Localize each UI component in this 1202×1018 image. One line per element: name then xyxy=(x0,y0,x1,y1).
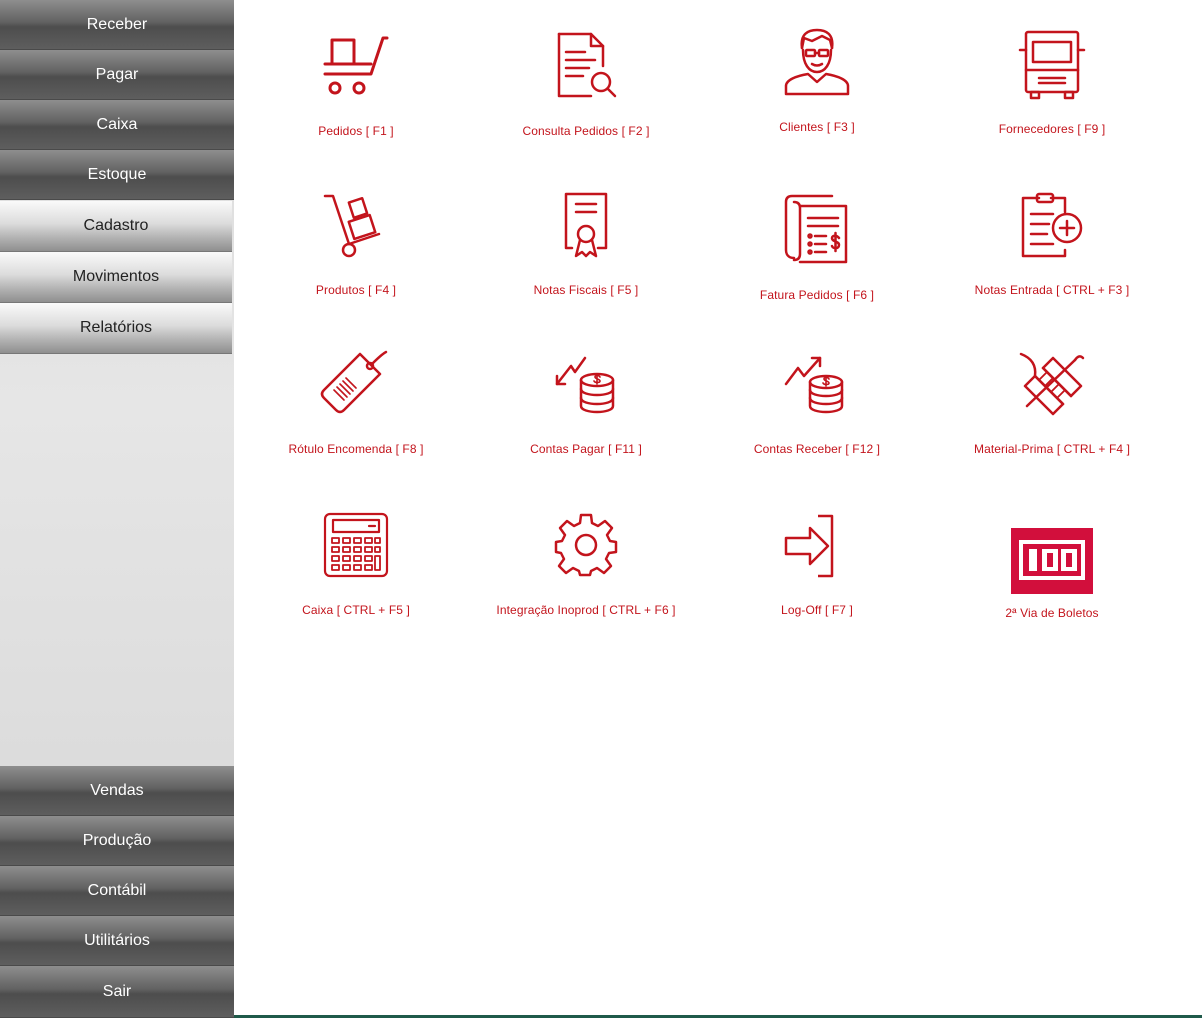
menu-contabil-button[interactable]: Contábil xyxy=(0,866,234,916)
menu-producao-button[interactable]: Produção xyxy=(0,816,234,866)
tile-label: Produtos [ F4 ] xyxy=(315,283,397,297)
tile-fatura-pedidos[interactable]: Fatura Pedidos [ F6 ] xyxy=(702,190,932,340)
menu-label: Pagar xyxy=(95,65,139,83)
tile-label: Contas Pagar [ F11 ] xyxy=(530,442,642,456)
tile-integracao-inoprod[interactable]: Integração Inoprod [ CTRL + F6 ] xyxy=(471,512,701,662)
tile-label: Rótulo Encomenda [ F8 ] xyxy=(288,442,424,456)
tile-label: Caixa [ CTRL + F5 ] xyxy=(302,603,410,617)
tile-notas-entrada[interactable]: Notas Entrada [ CTRL + F3 ] xyxy=(937,190,1167,340)
menu-caixa-button[interactable]: Caixa xyxy=(0,100,234,150)
menu-sair-button[interactable]: Sair xyxy=(0,966,234,1018)
menu-label: Sair xyxy=(102,982,132,1000)
boleto-icon xyxy=(1011,528,1093,594)
tile-label: Material-Prima [ CTRL + F4 ] xyxy=(973,442,1131,456)
shortcut-grid: Pedidos [ F1 ] Consulta Pedidos [ F2 ] C… xyxy=(234,0,1202,1018)
thread-spool-icon xyxy=(1019,352,1085,416)
clipboard-add-icon xyxy=(1021,192,1083,258)
menu-label: Relatórios xyxy=(79,319,153,336)
tile-material-prima[interactable]: Material-Prima [ CTRL + F4 ] xyxy=(937,350,1167,500)
tile-label: Integração Inoprod [ CTRL + F6 ] xyxy=(496,603,676,617)
tile-label: Fornecedores [ F9 ] xyxy=(998,122,1106,136)
hand-truck-icon xyxy=(323,194,381,258)
tile-contas-receber[interactable]: Contas Receber [ F12 ] xyxy=(702,350,932,500)
tile-label: Consulta Pedidos [ F2 ] xyxy=(522,124,650,138)
menu-cadastro-button[interactable]: Cadastro xyxy=(0,201,232,252)
tile-fornecedores[interactable]: Fornecedores [ F9 ] xyxy=(937,28,1167,178)
coins-up-icon xyxy=(784,356,844,414)
menu-label: Receber xyxy=(86,15,148,33)
logout-icon xyxy=(784,514,834,578)
sidebar: Receber Pagar Caixa Estoque Cadastro Mov… xyxy=(0,0,234,1018)
tile-pedidos[interactable]: Pedidos [ F1 ] xyxy=(241,28,471,178)
tile-label: Clientes [ F3 ] xyxy=(779,120,855,134)
menu-receber-button[interactable]: Receber xyxy=(0,0,234,50)
calculator-icon xyxy=(323,512,389,578)
barcode-tag-icon xyxy=(320,350,388,414)
menu-relatorios-button[interactable]: Relatórios xyxy=(0,303,232,354)
tile-rotulo-encomenda[interactable]: Rótulo Encomenda [ F8 ] xyxy=(241,350,471,500)
tile-label: Notas Entrada [ CTRL + F3 ] xyxy=(974,283,1130,297)
menu-movimentos-button[interactable]: Movimentos xyxy=(0,252,232,303)
tile-label: Log-Off [ F7 ] xyxy=(781,603,853,617)
tile-contas-pagar[interactable]: Contas Pagar [ F11 ] xyxy=(471,350,701,500)
menu-label: Produção xyxy=(82,831,152,849)
menu-label: Estoque xyxy=(87,165,147,183)
tile-label: 2ª Via de Boletos xyxy=(1005,606,1099,620)
customer-icon xyxy=(784,28,850,96)
invoice-icon xyxy=(784,194,848,264)
menu-utilitarios-button[interactable]: Utilitários xyxy=(0,916,234,966)
tile-caixa[interactable]: Caixa [ CTRL + F5 ] xyxy=(241,512,471,662)
menu-pagar-button[interactable]: Pagar xyxy=(0,50,234,100)
coins-down-icon xyxy=(555,356,615,414)
tile-label: Notas Fiscais [ F5 ] xyxy=(533,283,639,297)
tile-label: Contas Receber [ F12 ] xyxy=(753,442,881,456)
tile-label: Fatura Pedidos [ F6 ] xyxy=(759,288,875,302)
tile-log-off[interactable]: Log-Off [ F7 ] xyxy=(702,512,932,662)
tile-clientes[interactable]: Clientes [ F3 ] xyxy=(702,28,932,178)
menu-label: Movimentos xyxy=(72,268,160,285)
document-search-icon xyxy=(557,32,617,98)
menu-label: Cadastro xyxy=(83,217,149,234)
menu-label: Caixa xyxy=(96,115,138,133)
menu-vendas-button[interactable]: Vendas xyxy=(0,766,234,816)
cart-icon xyxy=(323,36,389,95)
tile-consulta-pedidos[interactable]: Consulta Pedidos [ F2 ] xyxy=(471,28,701,178)
truck-icon xyxy=(1018,30,1086,100)
tile-segunda-via-boletos[interactable]: 2ª Via de Boletos xyxy=(937,512,1167,662)
gear-icon xyxy=(554,513,618,577)
tile-label: Pedidos [ F1 ] xyxy=(318,124,394,138)
tile-produtos[interactable]: Produtos [ F4 ] xyxy=(241,190,471,340)
certificate-icon xyxy=(564,192,608,258)
tile-notas-fiscais[interactable]: Notas Fiscais [ F5 ] xyxy=(471,190,701,340)
menu-label: Utilitários xyxy=(84,931,150,949)
menu-estoque-button[interactable]: Estoque xyxy=(0,150,234,200)
menu-label: Contábil xyxy=(87,881,147,899)
menu-label: Vendas xyxy=(90,781,144,799)
